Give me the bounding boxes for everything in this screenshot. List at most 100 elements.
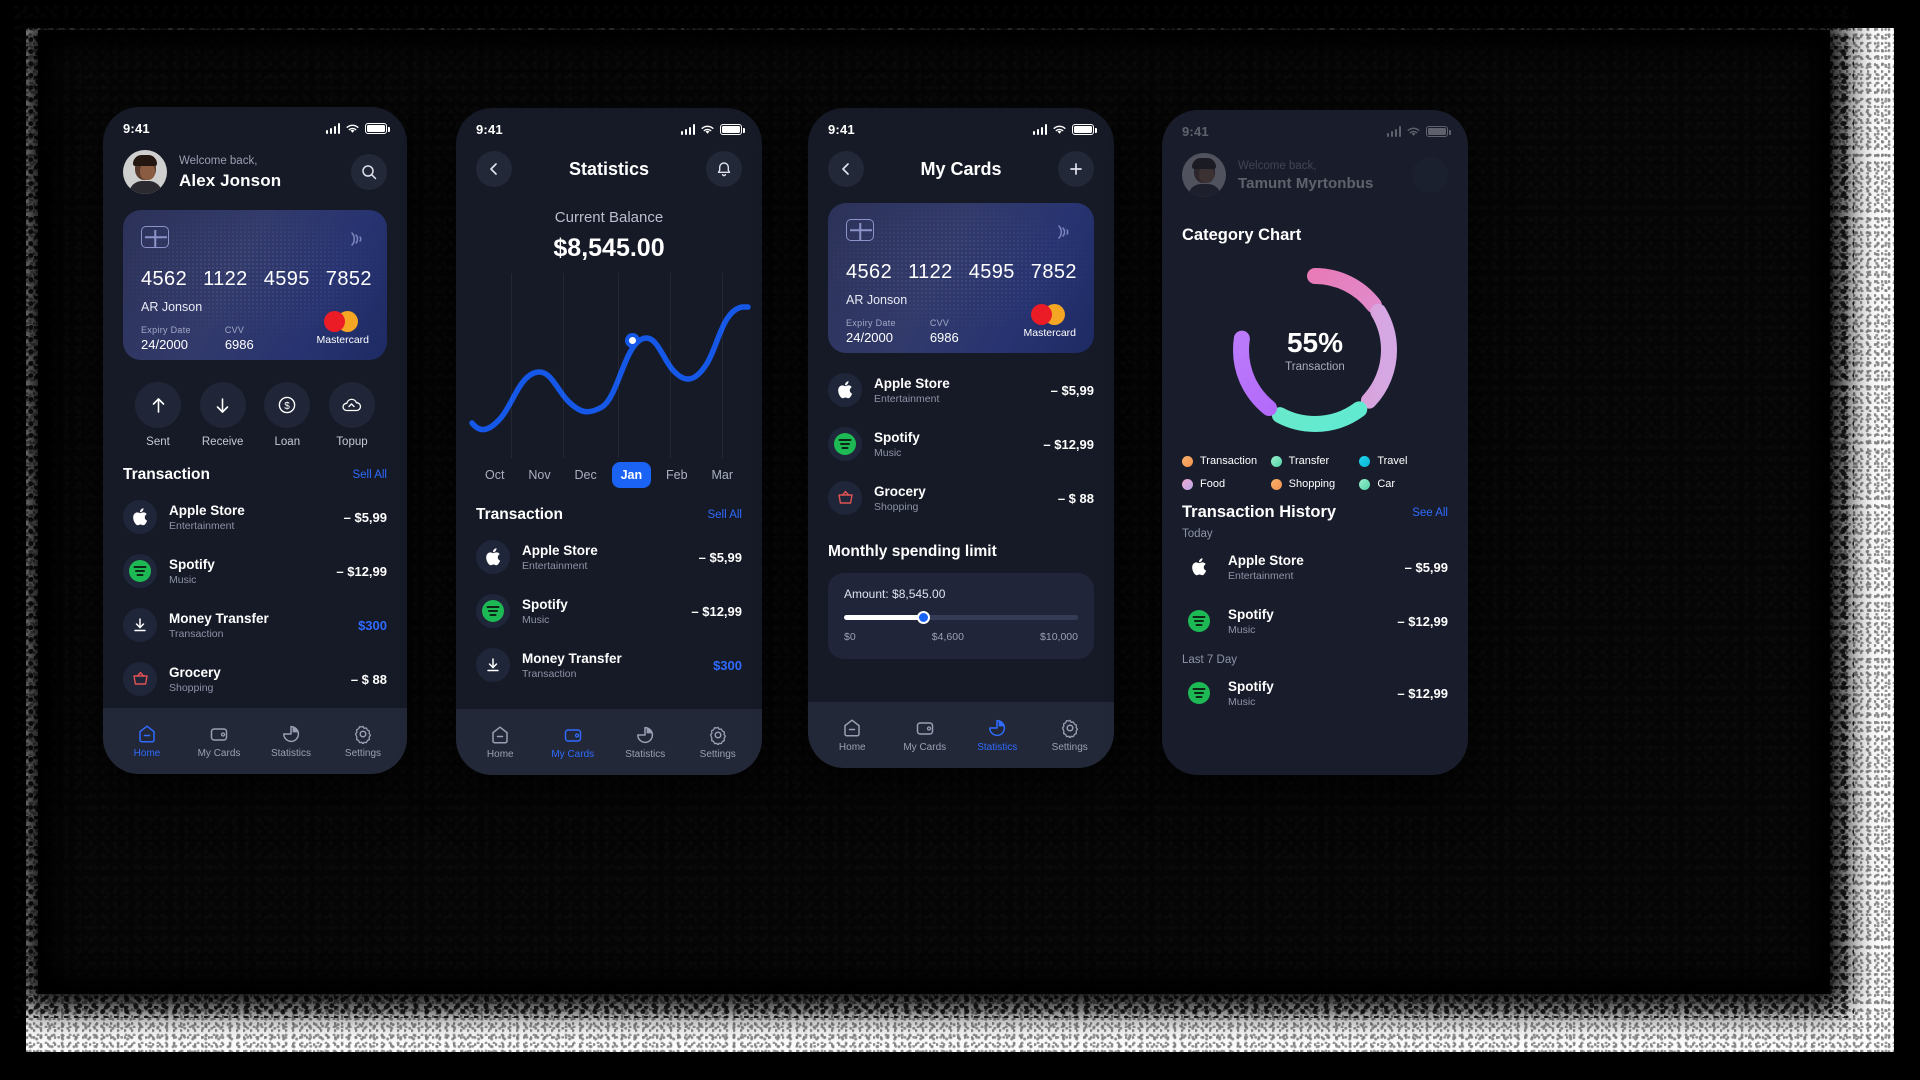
legend-item[interactable]: Shopping bbox=[1270, 478, 1360, 490]
table-row[interactable]: Money Transfer Transaction $300 bbox=[123, 598, 387, 652]
legend-item[interactable]: Transaction bbox=[1182, 455, 1271, 467]
phone-screen-my-cards: 9:41 My Cards 4562 1122 4595 7852 AR Jon… bbox=[808, 108, 1114, 768]
action-loan[interactable]: $ Loan bbox=[258, 382, 316, 448]
nav-item-settings[interactable]: Settings bbox=[332, 724, 394, 759]
legend-label: Car bbox=[1377, 478, 1396, 490]
table-row[interactable]: Spotify Music – $12,99 bbox=[1182, 594, 1448, 648]
month-option[interactable]: Dec bbox=[565, 462, 605, 488]
transaction-name: Spotify bbox=[874, 429, 920, 445]
sell-all-link[interactable]: Sell All bbox=[352, 469, 387, 481]
table-row[interactable]: Spotify Music – $12,99 bbox=[1182, 666, 1448, 720]
cloud-upload-icon bbox=[328, 382, 375, 428]
category-panel: Category Chart 55% Transaction Transacti… bbox=[1162, 210, 1468, 775]
nav-item-statistics[interactable]: Statistics bbox=[614, 725, 676, 760]
credit-card[interactable]: 4562 1122 4595 7852 AR Jonson Expiry Dat… bbox=[123, 210, 387, 360]
nav-item-home[interactable]: Home bbox=[116, 724, 178, 759]
balance-value: $8,545.00 bbox=[553, 234, 665, 262]
add-card-button[interactable] bbox=[1058, 151, 1094, 187]
sell-all-link[interactable]: Sell All bbox=[707, 509, 742, 521]
battery-icon bbox=[720, 124, 745, 135]
wallet-icon bbox=[916, 721, 933, 735]
month-option[interactable]: Feb bbox=[657, 462, 697, 488]
month-option-active[interactable]: Jan bbox=[611, 462, 652, 488]
transaction-category: Shopping bbox=[169, 681, 214, 694]
card-brand-label: Mastercard bbox=[316, 334, 369, 346]
nav-item-my-cards[interactable]: My Cards bbox=[542, 725, 604, 760]
nav-item-settings[interactable]: Settings bbox=[1039, 718, 1101, 753]
avatar[interactable] bbox=[1182, 153, 1226, 197]
table-row[interactable]: Money Transfer Transaction $300 bbox=[476, 638, 742, 692]
nav-label: Statistics bbox=[977, 741, 1018, 753]
transaction-category: Music bbox=[522, 613, 550, 626]
nav-item-home[interactable]: Home bbox=[821, 718, 883, 753]
table-row[interactable]: Spotify Music – $12,99 bbox=[123, 544, 387, 598]
action-sent[interactable]: Sent bbox=[129, 382, 187, 448]
month-option[interactable]: Oct bbox=[476, 462, 513, 488]
bottom-nav: Home My Cards Statistics Settings bbox=[456, 709, 762, 775]
month-option[interactable]: Mar bbox=[702, 462, 742, 488]
signal-icon bbox=[680, 124, 695, 135]
table-row[interactable]: Spotify Music – $12,99 bbox=[476, 584, 742, 638]
mastercard-icon bbox=[323, 311, 362, 332]
spotify-icon bbox=[828, 427, 862, 461]
spending-limit-slider[interactable] bbox=[844, 611, 1078, 624]
nav-item-my-cards[interactable]: My Cards bbox=[188, 724, 250, 759]
back-button[interactable] bbox=[828, 151, 864, 187]
quick-actions: Sent Receive $ Loan Topup bbox=[103, 360, 407, 448]
transaction-amount: – $12,99 bbox=[1043, 436, 1094, 452]
see-all-link[interactable]: See All bbox=[1412, 507, 1448, 519]
search-button[interactable] bbox=[351, 154, 387, 190]
legend-item[interactable]: Transfer bbox=[1270, 455, 1360, 467]
transaction-name: Spotify bbox=[522, 596, 568, 612]
nav-item-home[interactable]: Home bbox=[469, 725, 531, 760]
cvv-value: 6986 bbox=[929, 330, 959, 345]
download-icon bbox=[476, 648, 510, 682]
slider-max-label: $10,000 bbox=[1040, 631, 1078, 643]
greeting-block: Welcome back, Alex Jonson bbox=[179, 153, 281, 190]
page-title: Statistics bbox=[568, 158, 650, 179]
nav-item-my-cards[interactable]: My Cards bbox=[894, 718, 956, 753]
month-option[interactable]: Nov bbox=[519, 462, 559, 488]
nav-item-statistics[interactable]: Statistics bbox=[260, 724, 322, 759]
table-row[interactable]: Apple Store Entertainment – $5,99 bbox=[1182, 540, 1448, 594]
pie-chart-icon bbox=[637, 726, 654, 743]
legend-item[interactable]: Travel bbox=[1359, 455, 1448, 467]
legend-item[interactable]: Food bbox=[1182, 478, 1271, 490]
action-receive[interactable]: Receive bbox=[194, 382, 252, 448]
chart-active-point[interactable] bbox=[625, 333, 640, 348]
category-header: Welcome back, Tamunt Myrtonbus bbox=[1162, 143, 1468, 197]
credit-card[interactable]: 4562 1122 4595 7852 AR Jonson Expiry Dat… bbox=[828, 203, 1094, 353]
nav-item-settings[interactable]: Settings bbox=[687, 725, 749, 760]
table-row[interactable]: Apple Store Entertainment – $5,99 bbox=[123, 490, 387, 544]
transaction-category: Music bbox=[874, 446, 902, 459]
legend-item[interactable]: Car bbox=[1359, 478, 1448, 490]
wallet-icon bbox=[564, 728, 581, 742]
table-row[interactable]: Apple Store Entertainment – $5,99 bbox=[828, 363, 1094, 417]
arrow-down-icon bbox=[199, 382, 246, 428]
table-row[interactable]: Grocery Shopping – $ 88 bbox=[123, 652, 387, 706]
group-label-last-7-day: Last 7 Day bbox=[1182, 654, 1237, 666]
table-row[interactable]: Spotify Music – $12,99 bbox=[828, 417, 1094, 471]
line-chart[interactable] bbox=[456, 273, 762, 458]
back-button[interactable] bbox=[476, 151, 512, 187]
wifi-icon bbox=[1407, 127, 1420, 136]
profile-button[interactable] bbox=[1412, 157, 1448, 193]
home-icon bbox=[844, 718, 860, 736]
transaction-name: Spotify bbox=[1228, 678, 1274, 694]
user-name: Alex Jonson bbox=[179, 170, 282, 190]
contactless-icon bbox=[1058, 225, 1069, 239]
notification-button[interactable] bbox=[706, 151, 742, 187]
action-topup[interactable]: Topup bbox=[323, 382, 381, 448]
battery-icon bbox=[365, 123, 390, 134]
transaction-section-header: Transaction Sell All bbox=[456, 488, 762, 524]
avatar[interactable] bbox=[123, 150, 167, 194]
nav-item-statistics[interactable]: Statistics bbox=[966, 718, 1028, 753]
slider-knob[interactable] bbox=[917, 611, 931, 624]
expiry-label: Expiry Date bbox=[141, 325, 191, 335]
card-number-group: 1122 bbox=[203, 268, 248, 290]
transaction-category: Transaction bbox=[169, 627, 224, 640]
donut-chart[interactable]: 55% Transaction bbox=[1226, 261, 1404, 439]
table-row[interactable]: Grocery Shopping – $ 88 bbox=[828, 471, 1094, 525]
arrow-up-icon bbox=[135, 382, 181, 428]
table-row[interactable]: Apple Store Entertainment – $5,99 bbox=[476, 530, 742, 584]
